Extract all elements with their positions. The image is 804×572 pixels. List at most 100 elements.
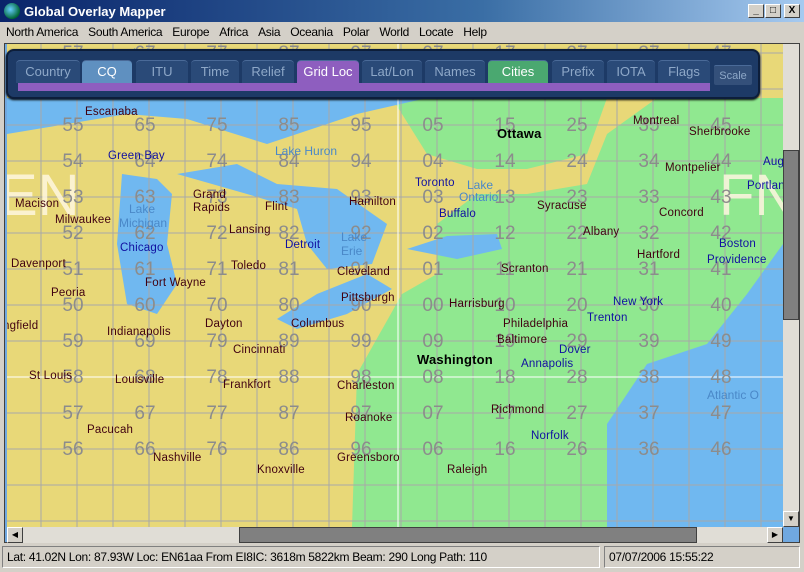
grid-number: 33 (638, 187, 660, 208)
tab-cq[interactable]: CQ (82, 60, 132, 83)
city-label: Greensboro (337, 452, 400, 464)
water-label: Michigan (119, 216, 168, 230)
menu-bar: North America South America Europe Africa As… (0, 22, 804, 42)
tab-flags[interactable]: Flags (658, 60, 710, 83)
scroll-down-button[interactable]: ▼ (783, 511, 799, 527)
menu-locate[interactable]: Locate (419, 25, 454, 39)
tab-itu[interactable]: ITU (136, 60, 188, 83)
city-label: Columbus (291, 318, 345, 330)
menu-europe[interactable]: Europe (172, 25, 209, 39)
city-label: Frankfort (223, 379, 271, 391)
city-label: Portland (747, 180, 783, 192)
tab-prefix[interactable]: Prefix (552, 60, 604, 83)
menu-asia[interactable]: Asia (258, 25, 280, 39)
city-label: Cincinnati (233, 344, 286, 356)
tab-iota[interactable]: IOTA (607, 60, 655, 83)
menu-south-america[interactable]: South America (88, 25, 162, 39)
grid-number: 12 (494, 223, 516, 244)
city-label: Dover (559, 344, 591, 356)
city-label: Escanaba (85, 106, 138, 118)
water-label: Erie (341, 244, 363, 258)
tab-time[interactable]: Time (191, 60, 239, 83)
city-label: New York (613, 296, 664, 308)
grid-number: 99 (350, 331, 372, 352)
grid-number: 27 (566, 403, 588, 424)
city-label: Syracuse (537, 200, 587, 212)
water-label: Lake (341, 230, 368, 244)
grid-number: 07 (422, 403, 444, 424)
city-label: Trenton (587, 312, 628, 324)
horizontal-scrollbar[interactable]: ◀ ▶ (7, 527, 783, 543)
grid-number: 21 (566, 259, 588, 280)
grid-number: 76 (206, 439, 228, 460)
map-canvas[interactable]: EN FN 5767778797071727374756667686960616… (7, 44, 783, 527)
city-label: Charleston (337, 380, 395, 392)
city-label: Green Bay (108, 150, 165, 162)
scroll-left-button[interactable]: ◀ (7, 527, 23, 543)
scale-button[interactable]: Scale (714, 65, 752, 85)
maximize-button[interactable]: □ (765, 4, 781, 18)
water-label: Lake Huron (275, 144, 338, 158)
menu-oceania[interactable]: Oceania (290, 25, 333, 39)
grid-number: 52 (62, 223, 84, 244)
minimize-button[interactable]: _ (748, 4, 764, 18)
grid-number: 04 (422, 151, 444, 172)
menu-polar[interactable]: Polar (343, 25, 370, 39)
city-label: St Louis (29, 370, 73, 382)
city-label: Montreal (633, 115, 680, 127)
grid-number: 55 (62, 115, 84, 136)
grid-number: 18 (494, 367, 516, 388)
city-label: Grand (193, 189, 226, 201)
grid-number: 57 (62, 403, 84, 424)
grid-number: 59 (62, 331, 84, 352)
grid-number: 08 (422, 367, 444, 388)
grid-number: 31 (638, 259, 660, 280)
grid-number: 24 (566, 151, 588, 172)
window-title: Global Overlay Mapper (24, 3, 166, 19)
city-label: Raleigh (447, 464, 488, 476)
city-label: Flint (265, 201, 288, 213)
menu-north-america[interactable]: North America (6, 25, 78, 39)
city-label: Richmond (491, 404, 545, 416)
grid-number: 09 (422, 331, 444, 352)
city-label: Augusta (763, 156, 783, 168)
city-label: Cleveland (337, 266, 390, 278)
city-label: Philadelphia (503, 318, 569, 330)
tab-names[interactable]: Names (425, 60, 485, 83)
city-label: Milwaukee (55, 214, 112, 226)
grid-number: 87 (278, 403, 300, 424)
vertical-scroll-thumb[interactable] (783, 150, 799, 320)
city-label: Toronto (415, 177, 455, 189)
city-label: Louisville (115, 374, 165, 386)
city-label: Knoxville (257, 464, 305, 476)
city-label: Hartford (637, 249, 681, 261)
grid-number: 25 (566, 115, 588, 136)
menu-world[interactable]: World (379, 25, 409, 39)
city-label: Toledo (231, 260, 267, 272)
tab-country[interactable]: Country (16, 60, 80, 83)
city-label: Washington (417, 352, 493, 367)
grid-number: 37 (638, 403, 660, 424)
grid-number: 49 (710, 331, 732, 352)
city-label: Ottawa (497, 126, 542, 141)
tab-latlon[interactable]: Lat/Lon (362, 60, 422, 83)
menu-help[interactable]: Help (463, 25, 487, 39)
tab-gridloc[interactable]: Grid Loc (297, 60, 359, 83)
grid-number: 32 (638, 223, 660, 244)
scroll-right-button[interactable]: ▶ (767, 527, 783, 543)
tab-relief[interactable]: Relief (242, 60, 294, 83)
menu-africa[interactable]: Africa (219, 25, 248, 39)
grid-number: 77 (206, 403, 228, 424)
city-label: Montpelier (665, 162, 721, 174)
city-label: Sherbrooke (689, 126, 751, 138)
horizontal-scroll-thumb[interactable] (239, 527, 697, 543)
city-label: Baltimore (497, 334, 548, 346)
water-label: Lake (129, 202, 156, 216)
grid-number: 48 (710, 367, 732, 388)
grid-number: 85 (278, 115, 300, 136)
grid-number: 38 (638, 367, 660, 388)
close-button[interactable]: X (784, 4, 800, 18)
tab-cities[interactable]: Cities (488, 60, 548, 83)
status-bar: Lat: 41.02N Lon: 87.93W Loc: EN61aa From… (0, 546, 804, 570)
vertical-scrollbar[interactable]: ▼ (783, 44, 799, 527)
